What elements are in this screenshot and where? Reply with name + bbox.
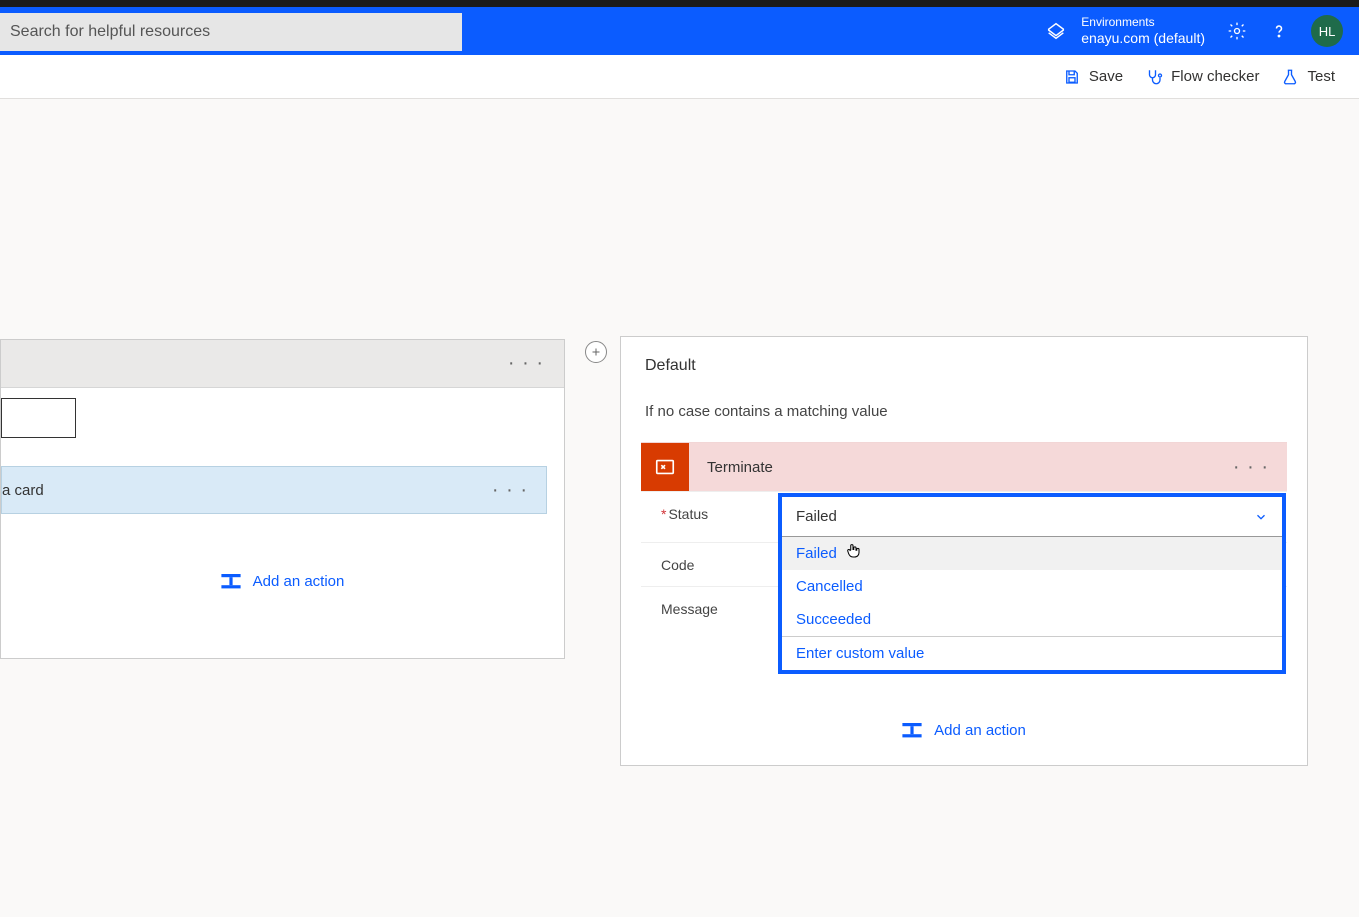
- default-title: Default: [621, 337, 1307, 375]
- environment-label: Environments: [1081, 15, 1205, 29]
- default-subtitle: If no case contains a matching value: [621, 375, 1307, 420]
- status-option-cancelled[interactable]: Cancelled: [782, 570, 1282, 603]
- topbar-right: Environments enayu.com (default) HL: [1045, 15, 1343, 47]
- toolbar: Save Flow checker Test: [0, 55, 1359, 99]
- add-action-button[interactable]: Add an action: [621, 722, 1307, 739]
- required-asterisk: *: [661, 506, 666, 522]
- status-dropdown-list: Failed Cancelled Succeeded Enter custom …: [782, 537, 1282, 670]
- case-value-input[interactable]: [1, 398, 76, 438]
- status-selected-value: Failed: [796, 508, 837, 525]
- flask-icon: [1281, 68, 1299, 86]
- add-action-label: Add an action: [934, 722, 1026, 739]
- case-action-row[interactable]: a card · · ·: [1, 466, 547, 514]
- more-icon[interactable]: · · ·: [1233, 456, 1269, 479]
- flow-checker-label: Flow checker: [1171, 68, 1259, 85]
- flow-checker-button[interactable]: Flow checker: [1145, 68, 1259, 86]
- case-card-header: · · ·: [1, 340, 564, 388]
- case-card: · · · a card · · · Add an action: [0, 339, 565, 659]
- status-option-failed[interactable]: Failed: [782, 537, 1282, 570]
- plus-icon: [590, 346, 602, 358]
- save-icon: [1063, 68, 1081, 86]
- environment-name: enayu.com (default): [1081, 30, 1205, 47]
- topbar-dark-strip: [0, 0, 1359, 7]
- terminate-header[interactable]: Terminate · · ·: [641, 443, 1287, 491]
- help-icon[interactable]: [1269, 21, 1289, 41]
- terminate-icon: [641, 443, 689, 491]
- test-button[interactable]: Test: [1281, 68, 1335, 86]
- environment-selector[interactable]: Environments enayu.com (default): [1045, 15, 1205, 46]
- status-option-custom[interactable]: Enter custom value: [782, 636, 1282, 670]
- save-button[interactable]: Save: [1063, 68, 1123, 86]
- more-icon[interactable]: · · ·: [508, 352, 544, 375]
- add-action-icon: [221, 574, 241, 590]
- save-label: Save: [1089, 68, 1123, 85]
- environment-icon: [1045, 20, 1067, 42]
- stethoscope-icon: [1145, 68, 1163, 86]
- add-branch-button[interactable]: [585, 341, 607, 363]
- gear-icon[interactable]: [1227, 21, 1247, 41]
- add-action-button[interactable]: Add an action: [1, 573, 564, 590]
- add-action-label: Add an action: [253, 573, 345, 590]
- chevron-down-icon: [1254, 510, 1268, 524]
- more-icon[interactable]: · · ·: [492, 479, 528, 502]
- add-action-icon: [902, 723, 922, 739]
- status-dropdown-selected[interactable]: Failed: [782, 497, 1282, 537]
- case-card-body: a card · · · Add an action: [1, 388, 564, 408]
- environment-text: Environments enayu.com (default): [1081, 15, 1205, 46]
- status-dropdown: Failed Failed Cancelled Succeeded Enter …: [778, 493, 1286, 674]
- flow-canvas[interactable]: · · · a card · · · Add an action Default…: [0, 99, 1359, 917]
- topbar: Environments enayu.com (default) HL: [0, 7, 1359, 55]
- terminate-title: Terminate: [707, 459, 773, 476]
- test-label: Test: [1307, 68, 1335, 85]
- status-option-succeeded[interactable]: Succeeded: [782, 603, 1282, 636]
- search-input[interactable]: [0, 13, 462, 51]
- avatar[interactable]: HL: [1311, 15, 1343, 47]
- case-action-label: a card: [2, 482, 44, 499]
- cursor-hand-icon: [844, 541, 862, 561]
